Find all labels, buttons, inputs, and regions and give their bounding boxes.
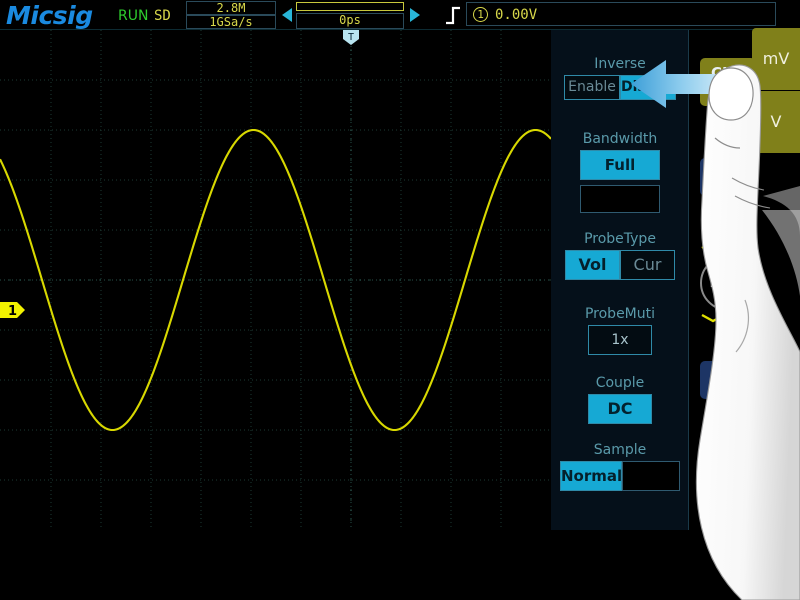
memory-depth-readout[interactable]: 2.8M <box>186 1 276 15</box>
svg-text:1: 1 <box>8 304 17 319</box>
horizontal-position-rail[interactable]: T <box>296 2 404 11</box>
channel-settings-menu: Inverse Enable Disable Bandwidth Full Pr… <box>551 30 689 530</box>
sample-normal-option[interactable]: Normal <box>560 461 622 491</box>
position-right-arrow-icon[interactable] <box>410 8 420 22</box>
probemuti-title: ProbeMuti <box>551 306 689 322</box>
couple-dc-option[interactable]: DC <box>588 394 652 424</box>
trigger-position-marker[interactable]: T <box>341 30 361 46</box>
millivolt-button[interactable]: mV <box>752 28 800 90</box>
couple-title: Couple <box>551 375 689 391</box>
ch1-trace <box>0 30 551 530</box>
inverse-enable-option[interactable]: Enable <box>564 75 620 100</box>
probetype-vol-option[interactable]: Vol <box>565 250 620 280</box>
sample-blank-slot[interactable] <box>622 461 680 491</box>
storage-label: SD <box>154 8 171 24</box>
bottom-toolbar: Fine Quick Save s 200us ns <box>0 530 800 600</box>
level-down-chevron-icon[interactable] <box>700 313 726 323</box>
trigger-level-value[interactable]: 0.00V <box>495 7 537 23</box>
horizontal-position-readout[interactable]: 0ps <box>296 13 404 29</box>
menu-group-couple: Couple DC <box>551 375 689 424</box>
probemuti-value[interactable]: 1x <box>588 325 652 355</box>
position-left-arrow-icon[interactable] <box>282 8 292 22</box>
waveform-display[interactable]: 1 T <box>0 30 551 530</box>
probetype-cur-option[interactable]: Cur <box>620 250 675 280</box>
ch1-ground-marker[interactable]: 1 <box>0 300 26 320</box>
menu-group-probetype: ProbeType Vol Cur <box>551 231 689 280</box>
bandwidth-title: Bandwidth <box>551 131 689 147</box>
volt-button[interactable]: V <box>752 91 800 153</box>
svg-text:T: T <box>348 32 354 43</box>
ch1-scale-label: 1V <box>700 82 756 98</box>
inverse-title: Inverse <box>551 56 689 72</box>
brand-logo: Micsig <box>6 1 93 30</box>
oscilloscope-screen: Micsig RUN SD 2.8M 1GSa/s T 0ps 1 0.00V <box>0 0 800 600</box>
trigger-channel-marker: 1 <box>473 7 488 22</box>
bandwidth-full-option[interactable]: Full <box>580 150 660 180</box>
inverse-disable-option[interactable]: Disable <box>620 75 676 100</box>
sample-title: Sample <box>551 442 689 458</box>
menu-group-bandwidth: Bandwidth Full <box>551 131 689 213</box>
ch1-button[interactable]: CH1 1V <box>700 58 756 106</box>
run-status-label[interactable]: RUN <box>118 8 148 24</box>
sample-rate-readout[interactable]: 1GSa/s <box>186 15 276 29</box>
ch4-button[interactable]: CH4 <box>700 461 756 499</box>
ch1-label: CH1 <box>700 58 756 82</box>
probetype-title: ProbeType <box>551 231 689 247</box>
ch3-button[interactable]: CH3 <box>700 361 756 399</box>
menu-group-probemuti: ProbeMuti 1x <box>551 306 689 355</box>
trigger-level-knob[interactable]: Level <box>700 255 756 311</box>
bandwidth-blank-slot[interactable] <box>580 185 660 213</box>
top-status-bar: Micsig RUN SD 2.8M 1GSa/s T 0ps 1 0.00V <box>0 0 800 30</box>
rising-edge-icon[interactable] <box>444 5 462 25</box>
level-up-chevron-icon[interactable] <box>700 240 726 250</box>
menu-group-sample: Sample Normal <box>551 442 689 491</box>
ch2-button[interactable]: CH2 <box>700 158 756 196</box>
menu-group-inverse: Inverse Enable Disable <box>551 56 689 100</box>
trigger-readout-box[interactable]: 1 0.00V <box>466 2 776 26</box>
